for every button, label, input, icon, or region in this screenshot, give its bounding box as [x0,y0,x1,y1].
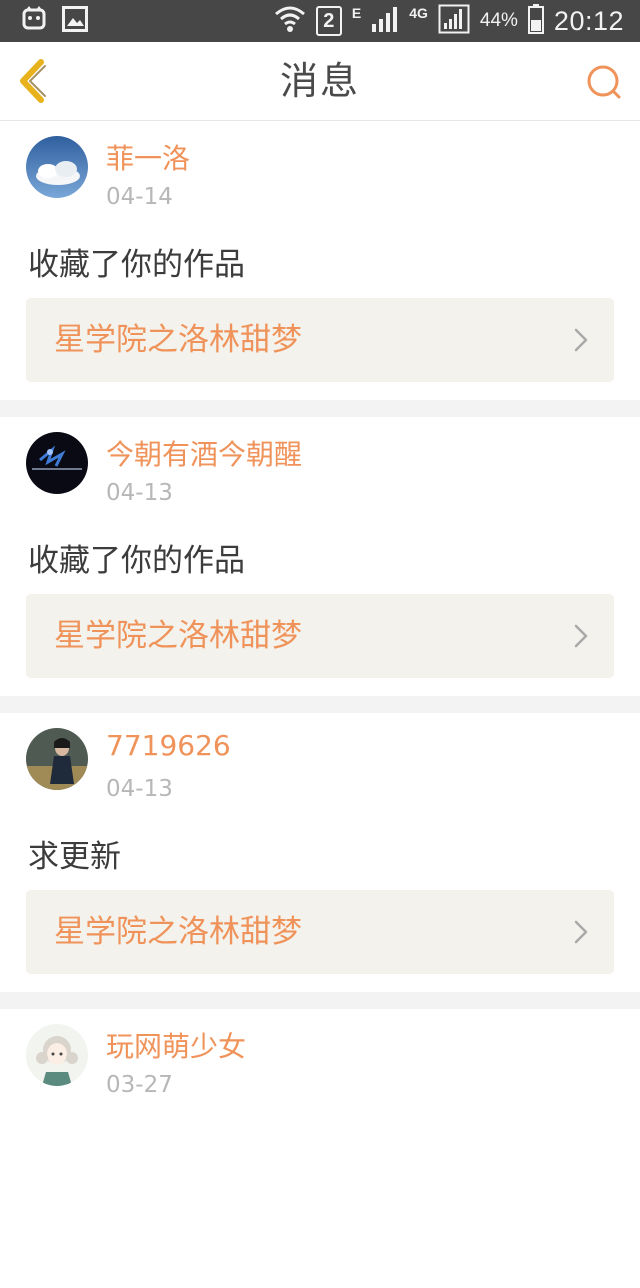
avatar[interactable] [26,432,88,494]
signal-strength-icon [438,4,470,39]
search-button[interactable] [584,62,624,102]
card-separator [0,696,640,713]
username[interactable]: 菲一洛 [106,137,190,177]
message-card: 7719626 04-13 求更新 星学院之洛林甜梦 [0,713,640,992]
chevron-right-icon [574,328,588,352]
battery-icon [527,3,544,39]
status-bar-right: 2 E 4G 44% 20:12 [274,0,624,42]
header-bar: 消息 [0,42,640,121]
clock: 20:12 [553,5,624,36]
message-text: 收藏了你的作品 [28,543,245,579]
username[interactable]: 7719626 [106,729,231,762]
username[interactable]: 今朝有酒今朝醒 [106,433,302,473]
message-card: 菲一洛 04-14 收藏了你的作品 星学院之洛林甜梦 [0,121,640,400]
work-link[interactable]: 星学院之洛林甜梦 [26,298,614,382]
message-text: 求更新 [28,839,121,875]
signal-icon [371,6,399,37]
message-date: 04-13 [106,480,173,506]
cat-icon [22,6,46,37]
avatar[interactable] [26,728,88,790]
work-title: 星学院之洛林甜梦 [54,618,302,654]
message-card: 玩网萌少女 03-27 [0,1009,640,1288]
battery-percent: 44% [479,10,518,31]
message-date: 03-27 [106,1072,173,1098]
work-title: 星学院之洛林甜梦 [54,914,302,950]
message-text: 收藏了你的作品 [28,247,245,283]
network-e-label: E [351,5,362,21]
page-title: 消息 [279,59,360,103]
work-link[interactable]: 星学院之洛林甜梦 [26,890,614,974]
status-bar: 2 E 4G 44% 20:12 [0,0,640,42]
card-separator [0,992,640,1009]
username[interactable]: 玩网萌少女 [106,1025,246,1065]
wifi-icon [274,4,306,39]
chevron-right-icon [574,920,588,944]
sim-badge: 2 [315,6,342,36]
card-separator [0,400,640,417]
message-date: 04-14 [106,184,173,210]
avatar[interactable] [26,136,88,198]
network-4g-label: 4G [409,5,428,21]
search-icon [587,65,621,99]
work-title: 星学院之洛林甜梦 [54,322,302,358]
status-bar-left [22,6,88,37]
chevron-right-icon [574,624,588,648]
message-card: 今朝有酒今朝醒 04-13 收藏了你的作品 星学院之洛林甜梦 [0,417,640,696]
message-list: 菲一洛 04-14 收藏了你的作品 星学院之洛林甜梦 今朝有酒今朝醒 04-13… [0,121,640,1288]
image-icon [62,6,88,37]
avatar[interactable] [26,1024,88,1086]
message-date: 04-13 [106,776,173,802]
work-link[interactable]: 星学院之洛林甜梦 [26,594,614,678]
